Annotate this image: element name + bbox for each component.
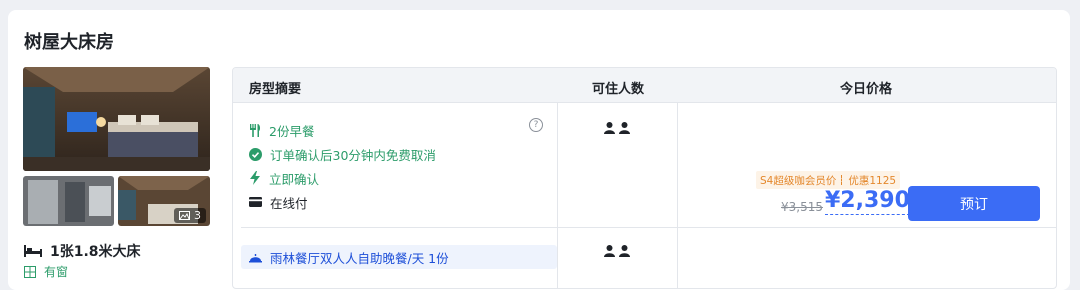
book-button[interactable]: 预订 — [908, 186, 1040, 221]
feature-text: 立即确认 — [269, 171, 320, 187]
room-thumb-bedroom[interactable]: 3 — [118, 176, 210, 226]
discount-label: 优惠1125 — [848, 174, 897, 187]
room-main-photo[interactable] — [23, 67, 210, 171]
card-icon — [249, 197, 262, 207]
column-divider — [557, 102, 558, 288]
lightning-icon — [250, 171, 260, 185]
feature-text: 订单确认后30分钟内免费取消 — [270, 147, 436, 163]
feature-breakfast: 2份早餐 — [249, 118, 436, 142]
column-divider — [677, 102, 678, 288]
photo-count-badge: 3 — [174, 208, 206, 223]
badge-divider — [841, 175, 843, 185]
rate-table: 房型摘要 可住人数 今日价格 2份早餐 订单确认后30分钟内免费取消 立即确认 … — [232, 67, 1057, 289]
member-price-badge: S4超级咖会员价 优惠1125 — [756, 171, 901, 189]
header-summary: 房型摘要 — [249, 82, 302, 97]
photo-count: 3 — [194, 209, 201, 222]
person-icon — [619, 245, 630, 257]
window-icon — [24, 265, 36, 278]
row-divider — [241, 227, 1056, 228]
feature-free-cancel: 订单确认后30分钟内免费取消 — [249, 142, 436, 166]
bathroom-photo-image — [23, 176, 114, 226]
dining-bell-icon — [249, 253, 262, 262]
header-occupancy: 可住人数 — [592, 82, 645, 97]
check-circle-icon — [249, 147, 262, 161]
package-badge[interactable]: 雨林餐厅双人人自助晚餐/天 1份 — [241, 245, 557, 269]
current-price[interactable]: ¥2,390 — [825, 188, 910, 215]
occupancy-icons — [604, 122, 630, 134]
feature-online-pay: 在线付 — [249, 190, 436, 214]
person-icon — [604, 245, 615, 257]
feature-text: 2份早餐 — [269, 123, 315, 139]
feature-instant-confirm: 立即确认 — [249, 166, 436, 190]
room-card: 树屋大床房 3 1张1.8米大床 有窗 房型摘要 可住人数 今日价格 2份早餐 … — [8, 10, 1070, 290]
info-icon[interactable]: ? — [529, 118, 543, 132]
occupancy-icons — [604, 245, 630, 257]
window-text: 有窗 — [44, 265, 69, 279]
room-title: 树屋大床房 — [24, 32, 114, 53]
image-icon — [179, 211, 190, 220]
room-thumb-bathroom[interactable] — [23, 176, 114, 226]
person-icon — [604, 122, 615, 134]
table-header: 房型摘要 可住人数 今日价格 — [233, 68, 1056, 103]
bed-text: 1张1.8米大床 — [50, 244, 141, 260]
window-info: 有窗 — [24, 263, 68, 280]
bed-icon — [24, 245, 42, 257]
bed-info: 1张1.8米大床 — [24, 241, 141, 261]
room-photo-image — [23, 67, 210, 171]
rate-features: 2份早餐 订单确认后30分钟内免费取消 立即确认 在线付 — [249, 118, 436, 214]
person-icon — [619, 122, 630, 134]
feature-text: 在线付 — [270, 195, 308, 211]
package-text: 雨林餐厅双人人自助晚餐/天 1份 — [270, 250, 449, 266]
utensils-icon — [250, 123, 261, 137]
member-price-label: S4超级咖会员价 — [760, 174, 837, 187]
original-price: ¥3,515 — [781, 200, 823, 214]
header-price: 今日价格 — [840, 82, 893, 97]
